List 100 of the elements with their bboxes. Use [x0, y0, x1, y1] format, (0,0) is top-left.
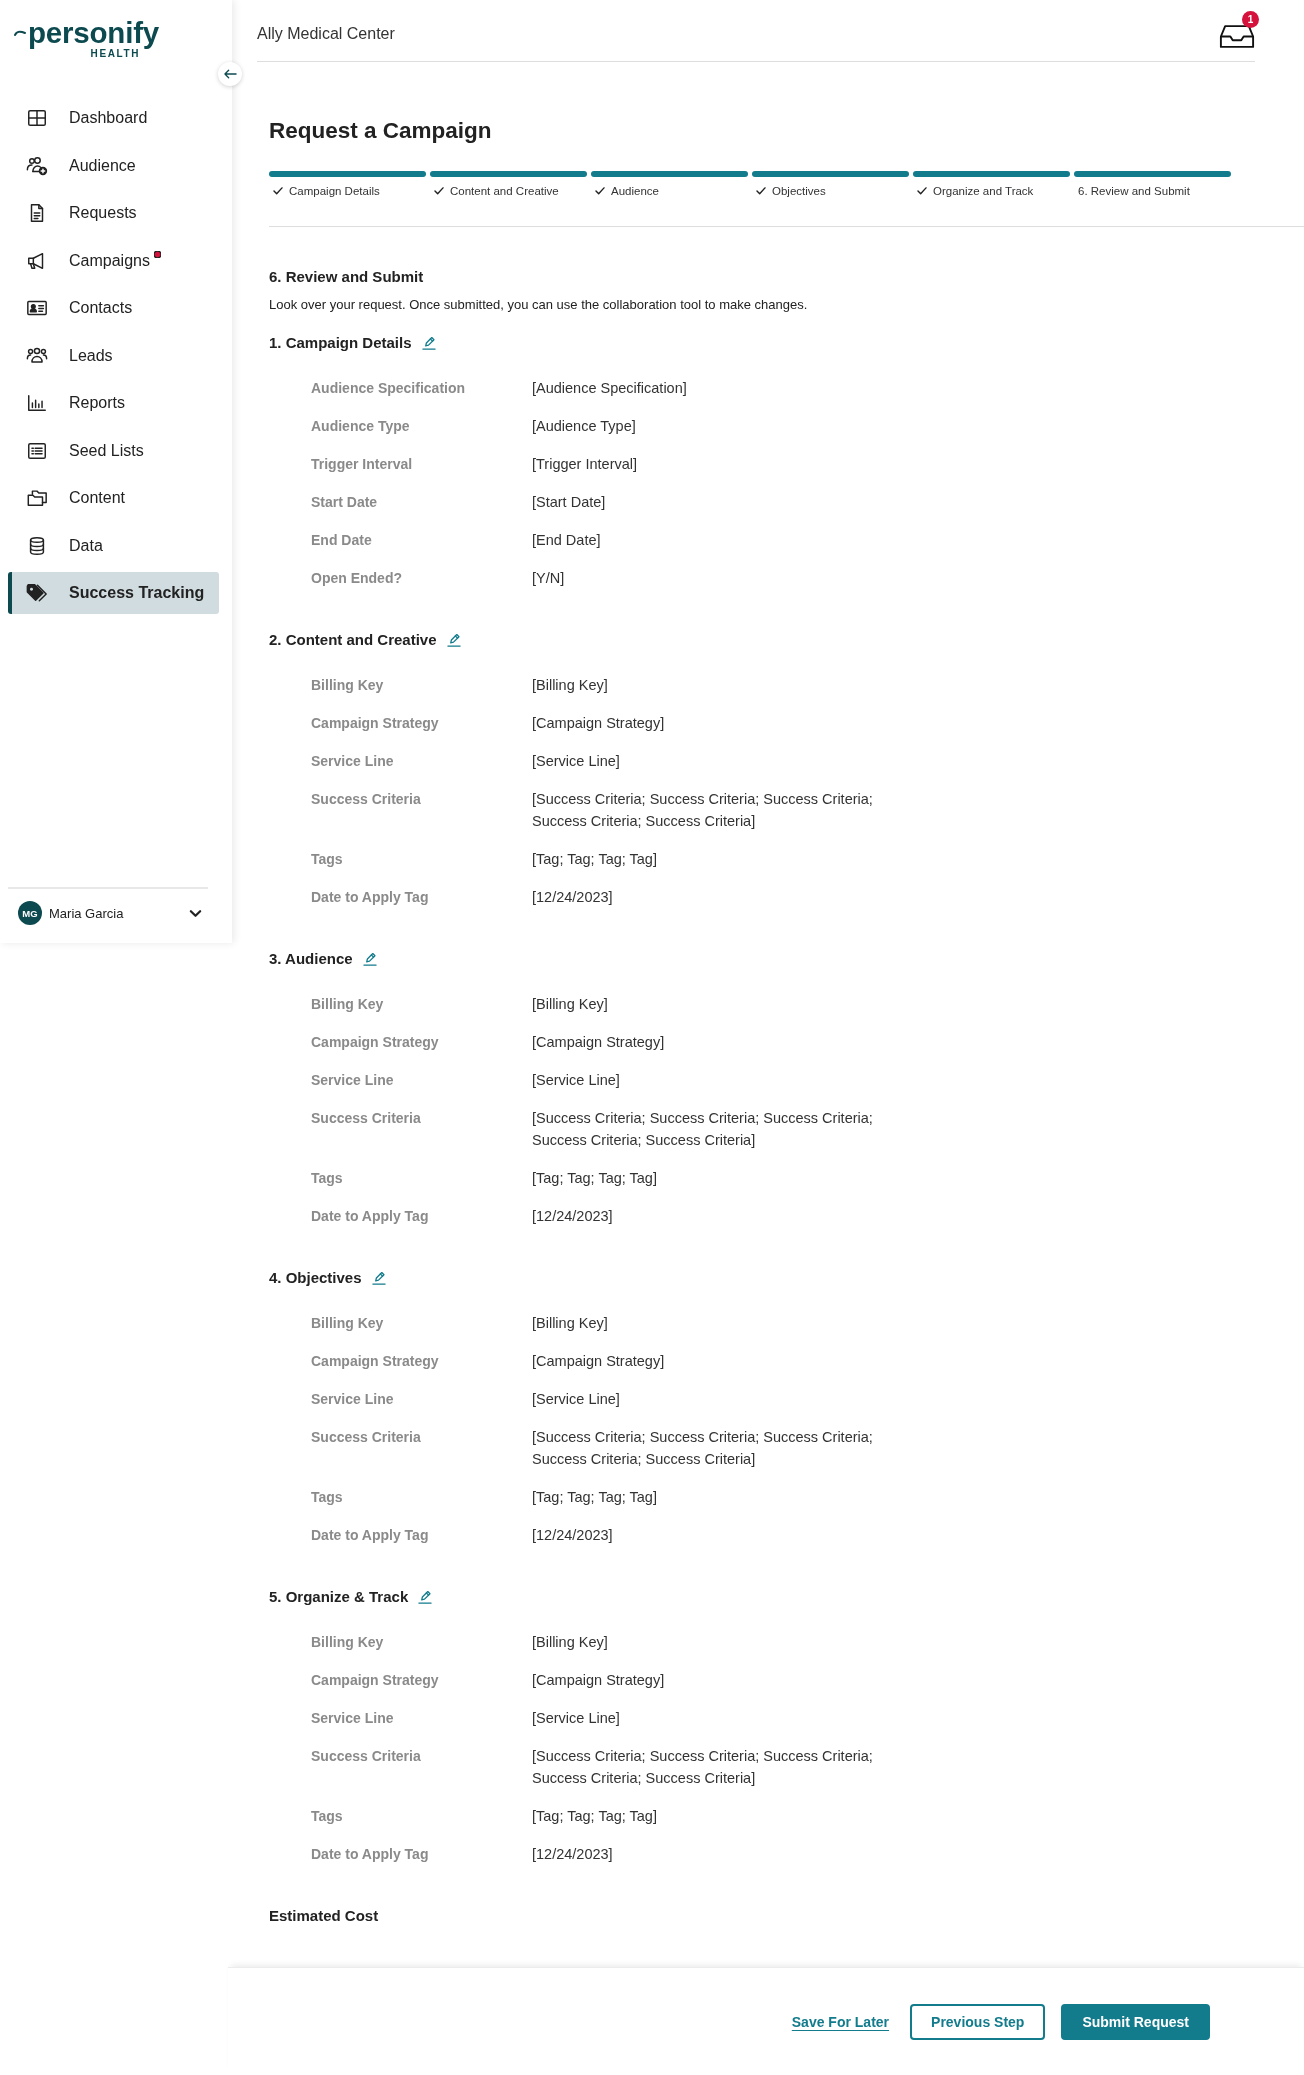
- field-value: [Tag; Tag; Tag; Tag]: [532, 1807, 658, 1826]
- save-for-later-link[interactable]: Save For Later: [791, 2013, 890, 2030]
- user-name: Maria Garcia: [49, 905, 124, 921]
- logo-tagline: HEALTH: [90, 49, 140, 59]
- user-avatar: MG: [18, 901, 42, 925]
- field-label: Date to Apply Tag: [311, 1845, 430, 1864]
- sidebar-item[interactable]: Success Tracking: [8, 572, 219, 614]
- field-label: Service Line: [311, 1389, 395, 1409]
- field-value: [Billing Key]: [532, 1313, 609, 1333]
- inbox-icon[interactable]: [1219, 24, 1255, 49]
- estimated-cost-title: Estimated Cost: [269, 1905, 379, 1926]
- organization-name: Ally Medical Center: [257, 24, 395, 43]
- arrow-left-icon: [223, 69, 237, 79]
- field-label: Success Criteria: [311, 1746, 422, 1766]
- field-value: [Billing Key]: [532, 994, 609, 1014]
- previous-step-button[interactable]: Previous Step: [910, 2003, 1046, 2040]
- field-label: End Date: [311, 531, 373, 550]
- sidebar-item[interactable]: Contacts: [8, 287, 219, 329]
- pencil-icon[interactable]: [418, 1589, 433, 1604]
- field-label: Open Ended?: [311, 569, 403, 588]
- pencil-icon[interactable]: [446, 632, 461, 647]
- field-value: [Tag; Tag; Tag; Tag]: [532, 1488, 658, 1507]
- section-title: 2. Content and Creative: [269, 629, 437, 650]
- pencil-icon[interactable]: [371, 1270, 386, 1285]
- field-value: [Success Criteria; Success Criteria; Success Criteria; Success Criteria; Success Criteria]: [532, 789, 874, 831]
- field-value: [12/24/2023]: [532, 888, 614, 907]
- review-title: 6. Review and Submit: [269, 267, 424, 287]
- section-title: 5. Organize & Track: [269, 1586, 409, 1607]
- sidebar-item[interactable]: Requests: [8, 192, 219, 234]
- field-label: Success Criteria: [311, 1427, 422, 1447]
- field-label: Success Criteria: [311, 789, 422, 809]
- field-value: [Billing Key]: [532, 675, 609, 695]
- field-label: Tags: [311, 1488, 344, 1507]
- field-value: [Billing Key]: [532, 1632, 609, 1652]
- field-value: [Service Line]: [532, 1389, 621, 1409]
- section-title: 3. Audience: [269, 948, 353, 969]
- field-label: Campaign Strategy: [311, 1670, 440, 1690]
- field-value: [Audience Type]: [532, 417, 637, 436]
- step-label: Content and Creative: [450, 184, 559, 198]
- page-title: Request a Campaign: [269, 117, 492, 145]
- field-value: [Service Line]: [532, 1708, 621, 1728]
- field-value: [12/24/2023]: [532, 1207, 614, 1226]
- field-label: Audience Type: [311, 417, 411, 436]
- field-value: [Campaign Strategy]: [532, 1351, 666, 1371]
- field-value: [Trigger Interval]: [532, 455, 639, 474]
- field-value: [Start Date]: [532, 493, 607, 512]
- field-label: Tags: [311, 1169, 344, 1188]
- tags-icon: [26, 582, 48, 604]
- field-value: [Success Criteria; Success Criteria; Success Criteria; Success Criteria; Success Criteria]: [532, 1746, 874, 1788]
- field-label: Service Line: [311, 751, 395, 771]
- bar-chart-icon: [26, 392, 48, 414]
- collapse-button[interactable]: [218, 62, 242, 86]
- sidebar-item[interactable]: Data: [8, 524, 219, 567]
- chevron-down-icon[interactable]: [189, 908, 202, 918]
- field-value: [Service Line]: [532, 1070, 621, 1090]
- field-label: Billing Key: [311, 1632, 385, 1652]
- review-description: Look over your request. Once submitted, you can use the collaboration tool to make changes.: [269, 296, 808, 314]
- sidebar-item[interactable]: Dashboard: [8, 97, 219, 139]
- section-title: 1. Campaign Details: [269, 333, 412, 353]
- sidebar-item[interactable]: Content: [8, 477, 219, 519]
- field-label: Billing Key: [311, 994, 385, 1014]
- logo-wordmark: personify: [28, 16, 159, 49]
- field-label: Date to Apply Tag: [311, 1526, 430, 1545]
- field-value: [Tag; Tag; Tag; Tag]: [532, 850, 658, 869]
- sidebar-item[interactable]: Audience: [8, 144, 219, 187]
- field-label: Campaign Strategy: [311, 1032, 440, 1052]
- field-label: Service Line: [311, 1070, 395, 1090]
- step-label: 6. Review and Submit: [1078, 184, 1190, 198]
- field-value: [Tag; Tag; Tag; Tag]: [532, 1169, 658, 1188]
- sidebar-item[interactable]: Reports: [8, 382, 219, 424]
- step-label: Audience: [611, 184, 659, 198]
- field-label: Date to Apply Tag: [311, 1207, 430, 1226]
- grid-icon: [26, 107, 48, 129]
- field-label: Billing Key: [311, 675, 385, 695]
- people-plus-icon: [26, 154, 48, 177]
- field-label: Start Date: [311, 493, 379, 512]
- field-value: [Y/N]: [532, 569, 566, 588]
- submit-request-button[interactable]: Submit Request: [1061, 2003, 1210, 2040]
- field-label: Audience Specification: [311, 379, 467, 398]
- field-label: Campaign Strategy: [311, 1351, 440, 1371]
- pencil-icon[interactable]: [362, 951, 377, 966]
- sidebar-item[interactable]: Seed Lists: [8, 429, 219, 472]
- sidebar-item[interactable]: Campaigns: [8, 239, 219, 282]
- field-label: Trigger Interval: [311, 455, 414, 474]
- notification-badge: 1: [1242, 11, 1259, 28]
- field-label: Service Line: [311, 1708, 395, 1728]
- pencil-icon[interactable]: [421, 336, 436, 350]
- step-label: Objectives: [772, 184, 826, 198]
- field-label: Tags: [311, 850, 344, 869]
- step-label: Organize and Track: [933, 184, 1034, 198]
- sidebar-item[interactable]: Leads: [8, 334, 219, 377]
- field-value: [12/24/2023]: [532, 1845, 614, 1864]
- step-label: Campaign Details: [289, 184, 380, 198]
- field-value: [Campaign Strategy]: [532, 713, 666, 733]
- field-label: Campaign Strategy: [311, 713, 440, 733]
- field-value: [Audience Specification]: [532, 379, 688, 398]
- field-value: [Campaign Strategy]: [532, 1032, 666, 1052]
- section-title: 4. Objectives: [269, 1267, 362, 1288]
- field-label: Success Criteria: [311, 1108, 422, 1128]
- field-label: Date to Apply Tag: [311, 888, 430, 907]
